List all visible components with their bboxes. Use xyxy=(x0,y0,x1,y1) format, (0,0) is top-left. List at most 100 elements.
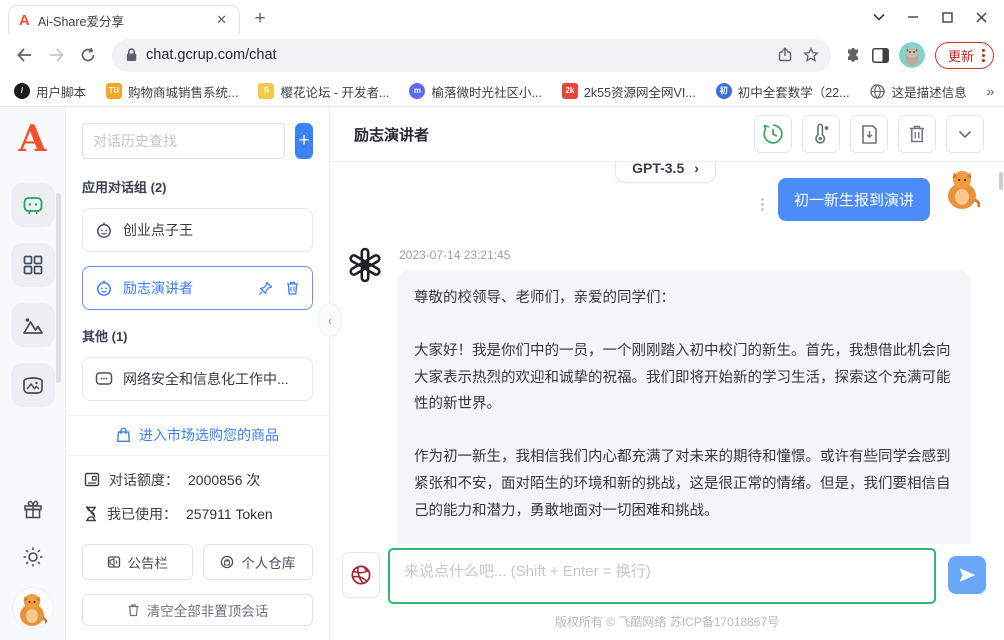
bookmark-label: 2k55资源网全网VI... xyxy=(584,82,696,101)
conversation-name: 创业点子王 xyxy=(123,220,193,240)
shopping-bag-icon xyxy=(116,427,131,443)
window-controls xyxy=(862,4,998,30)
history-time-button[interactable] xyxy=(754,115,792,153)
quota-value: 2000856 次 xyxy=(188,470,260,490)
market-link[interactable]: 进入市场选购您的商品 xyxy=(66,416,329,455)
message-timestamp: 2023-07-14 23:21:45 xyxy=(399,248,971,262)
tab-close-icon[interactable]: ✕ xyxy=(214,12,229,28)
bookmark-favicon: TU xyxy=(106,83,122,99)
conversation-name: 网络安全和信息化工作中... xyxy=(123,369,289,389)
bookmark-item[interactable]: 这是描述信息 xyxy=(870,82,967,101)
extensions-puzzle-icon[interactable] xyxy=(845,47,862,64)
delete-conversation-icon[interactable] xyxy=(285,280,300,296)
profile-avatar[interactable] xyxy=(899,42,925,68)
new-conversation-button[interactable]: + xyxy=(295,123,313,159)
save-tag-button[interactable] xyxy=(850,115,888,153)
conversation-panel: + 应用对话组 (2) 创业点子王 励志演讲者 其他 (1) xyxy=(66,107,330,640)
history-search-input[interactable] xyxy=(82,123,285,159)
panel-collapse-chevron[interactable]: ‹ xyxy=(318,303,342,337)
bookmark-star-icon[interactable] xyxy=(803,47,819,63)
pin-icon[interactable] xyxy=(258,281,273,296)
message-paragraph: 大家好！我是你们中的一员，一个刚刚踏入初中校门的新生。首先，我想借此机会向大家表… xyxy=(414,338,954,418)
storage-icon xyxy=(220,555,234,569)
collapse-toolbar-chevron-button[interactable] xyxy=(946,115,984,153)
megaphone-icon xyxy=(107,555,121,569)
bookmark-label: 用户脚本 xyxy=(36,82,86,101)
send-button[interactable] xyxy=(948,556,986,594)
bookmark-label: 这是描述信息 xyxy=(892,82,967,101)
browser-toolbar: chat.gcrup.com/chat 更新 xyxy=(0,34,1004,76)
bookmark-item[interactable]: m 榆落微时光社区小... xyxy=(409,82,541,101)
conversation-item[interactable]: 创业点子王 xyxy=(82,208,313,252)
theme-sun-icon[interactable] xyxy=(11,540,55,574)
browser-tab[interactable]: A Ai-Share爱分享 ✕ xyxy=(8,5,240,34)
bookmark-label: 榆落微时光社区小... xyxy=(431,82,541,101)
bookmark-globe-icon xyxy=(870,83,886,99)
bot-icon xyxy=(95,279,113,297)
browser-window: A Ai-Share爱分享 ✕ + xyxy=(0,0,1004,640)
bookmark-label: 初中全套数学（22... xyxy=(738,82,850,101)
forward-icon[interactable] xyxy=(42,41,70,69)
bookmark-item[interactable]: 初 初中全套数学（22... xyxy=(716,82,850,101)
assistant-message-bubble: 尊敬的校领导、老师们，亲爱的同学们： 大家好！我是你们中的一员，一个刚刚踏入初中… xyxy=(397,271,971,544)
group-header-other: 其他 (1) xyxy=(66,324,329,357)
temperature-button[interactable] xyxy=(802,115,840,153)
chat-title: 励志演讲者 xyxy=(354,124,429,145)
personal-storage-button[interactable]: 个人仓库 xyxy=(203,544,314,580)
user-avatar xyxy=(940,165,986,211)
rail-scrollbar[interactable] xyxy=(56,193,61,383)
minimize-icon[interactable] xyxy=(896,4,930,30)
delete-chat-button[interactable] xyxy=(898,115,936,153)
bookmark-item[interactable]: S 樱花论坛 - 开发者... xyxy=(258,82,389,101)
quota-row: 对话额度： 2000856 次 xyxy=(84,470,311,490)
new-tab-button[interactable]: + xyxy=(246,5,274,33)
model-selector[interactable]: GPT-3.5 › xyxy=(615,162,716,183)
nav-chat-icon[interactable] xyxy=(11,183,55,227)
refresh-icon[interactable] xyxy=(74,41,102,69)
bookmarks-bar: / 用户脚本 TU 购物商城销售系统... S 樱花论坛 - 开发者... m … xyxy=(0,76,1004,107)
announcement-board-button[interactable]: 公告栏 xyxy=(82,544,193,580)
message-list[interactable]: GPT-3.5 › 初一新生报到演讲 2023-07- xyxy=(330,162,1004,544)
message-input[interactable] xyxy=(388,548,936,604)
tab-search-chevron-icon[interactable] xyxy=(862,4,896,30)
copyright-footer: 版权所有 © 飞酷网络 苏ICP备17018867号 xyxy=(330,604,1004,640)
gift-icon[interactable] xyxy=(11,492,55,526)
conversation-item[interactable]: 网络安全和信息化工作中... xyxy=(82,357,313,401)
update-button[interactable]: 更新 xyxy=(935,42,994,69)
clear-sessions-label: 清空全部非置顶会话 xyxy=(147,600,269,620)
bookmark-label: 购物商城销售系统... xyxy=(128,82,238,101)
nav-photo-box-icon[interactable] xyxy=(11,363,55,407)
model-chevron-icon: › xyxy=(694,162,699,176)
address-bar[interactable]: chat.gcrup.com/chat xyxy=(112,39,831,72)
bookmark-favicon: 初 xyxy=(716,83,732,99)
browser-menu-kebab-icon[interactable] xyxy=(982,49,985,62)
maximize-icon[interactable] xyxy=(930,4,964,30)
message-more-icon[interactable] xyxy=(757,194,768,215)
close-window-icon[interactable] xyxy=(964,4,998,30)
group-header-apps: 应用对话组 (2) xyxy=(66,175,329,208)
clear-sessions-button[interactable]: 清空全部非置顶会话 xyxy=(82,594,313,626)
conversation-item-selected[interactable]: 励志演讲者 xyxy=(82,266,313,310)
back-icon[interactable] xyxy=(10,41,38,69)
url-text[interactable]: chat.gcrup.com/chat xyxy=(146,47,769,63)
bookmark-item[interactable]: / 用户脚本 xyxy=(14,82,86,101)
share-icon[interactable] xyxy=(778,47,794,63)
conversation-name: 励志演讲者 xyxy=(123,278,193,298)
nav-apps-grid-icon[interactable] xyxy=(11,243,55,287)
bookmark-favicon: 2k xyxy=(562,83,578,99)
nav-gallery-icon[interactable] xyxy=(11,303,55,347)
bookmark-favicon: S xyxy=(258,83,274,99)
side-panel-icon[interactable] xyxy=(872,48,889,63)
web-access-button[interactable] xyxy=(342,552,380,598)
announcement-board-label: 公告栏 xyxy=(128,552,169,572)
bookmark-item[interactable]: TU 购物商城销售系统... xyxy=(106,82,238,101)
bookmarks-overflow-chevron[interactable]: » xyxy=(987,83,995,99)
messages-scrollbar[interactable] xyxy=(999,172,1003,190)
lock-icon xyxy=(126,48,137,62)
bookmark-label: 樱花论坛 - 开发者... xyxy=(280,82,389,101)
user-cat-avatar[interactable] xyxy=(13,588,53,628)
tab-favicon-icon: A xyxy=(19,13,30,28)
bookmark-item[interactable]: 2k 2k55资源网全网VI... xyxy=(562,82,696,101)
message-paragraph: 尊敬的校领导、老师们，亲爱的同学们： xyxy=(414,285,954,312)
nav-rail: A xyxy=(0,107,66,640)
